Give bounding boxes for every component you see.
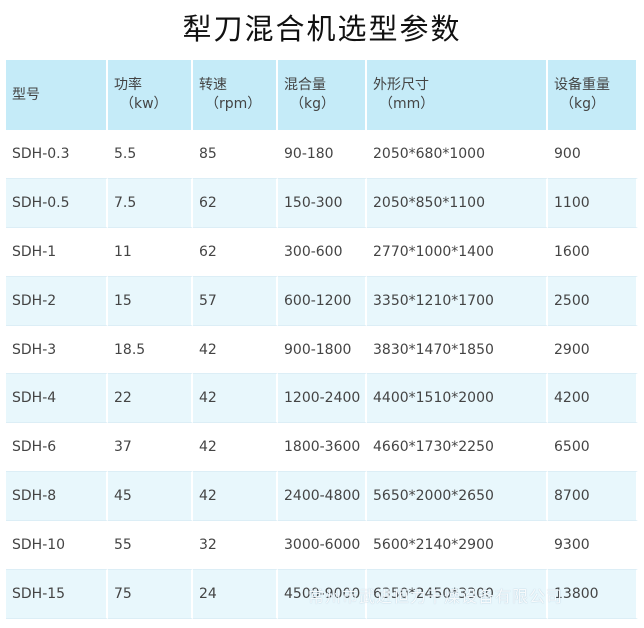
- table-row: SDH-0.3 5.5 85 90-180 2050*680*1000 900: [6, 130, 638, 179]
- cell-weight: 2900: [548, 325, 638, 375]
- cell-speed: 85: [193, 130, 278, 179]
- header-model: 型号: [6, 60, 108, 130]
- table-row: SDH-2 15 57 600-1200 3350*1210*1700 2500: [6, 276, 638, 326]
- table-row: SDH-8 45 42 2400-4800 5650*2000*2650 8700: [6, 472, 638, 522]
- cell-dimensions: 2770*1000*1400: [367, 227, 548, 277]
- cell-model: SDH-3: [6, 325, 108, 375]
- cell-capacity: 3000-6000: [278, 521, 367, 571]
- cell-weight: 6500: [548, 423, 638, 473]
- cell-speed: 62: [193, 178, 278, 228]
- cell-weight: 1600: [548, 227, 638, 277]
- cell-power: 37: [108, 423, 193, 473]
- cell-model: SDH-6: [6, 423, 108, 473]
- cell-speed: 32: [193, 521, 278, 571]
- cell-dimensions: 5600*2140*2900: [367, 521, 548, 571]
- cell-speed: 57: [193, 276, 278, 326]
- cell-dimensions: 2050*850*1100: [367, 178, 548, 228]
- cell-model: SDH-10: [6, 521, 108, 571]
- cell-capacity: 900-1800: [278, 325, 367, 375]
- cell-power: 11: [108, 227, 193, 277]
- cell-capacity: 150-300: [278, 178, 367, 228]
- cell-model: SDH-4: [6, 374, 108, 424]
- header-weight: 设备重量 （kg）: [548, 60, 638, 130]
- cell-power: 55: [108, 521, 193, 571]
- header-power: 功率 （kw）: [108, 60, 193, 130]
- page-title: 犁刀混合机选型参数: [182, 12, 462, 46]
- cell-speed: 62: [193, 227, 278, 277]
- cell-speed: 42: [193, 325, 278, 375]
- cell-model: SDH-15: [6, 570, 108, 619]
- cell-power: 7.5: [108, 178, 193, 228]
- cell-capacity: 90-180: [278, 130, 367, 179]
- cell-dimensions: 2050*680*1000: [367, 130, 548, 179]
- cell-power: 15: [108, 276, 193, 326]
- table-header-row: 型号 功率 （kw） 转速 （rpm） 混合量 （kg） 外形尺寸 （mm） 设备重量（…: [6, 60, 638, 130]
- cell-power: 75: [108, 570, 193, 619]
- cell-dimensions: 5650*2000*2650: [367, 472, 548, 522]
- cell-capacity: 600-1200: [278, 276, 367, 326]
- cell-model: SDH-2: [6, 276, 108, 326]
- table-row: SDH-1 11 62 300-600 2770*1000*1400 1600: [6, 227, 638, 277]
- cell-capacity: 2400-4800: [278, 472, 367, 522]
- cell-power: 18.5: [108, 325, 193, 375]
- header-speed: 转速 （rpm）: [193, 60, 278, 130]
- header-capacity: 混合量 （kg）: [278, 60, 367, 130]
- cell-speed: 42: [193, 472, 278, 522]
- cell-capacity: 300-600: [278, 227, 367, 277]
- cell-power: 22: [108, 374, 193, 424]
- cell-dimensions: 3830*1470*1850: [367, 325, 548, 375]
- cell-weight: 1100: [548, 178, 638, 228]
- header-dimensions: 外形尺寸 （mm）: [367, 60, 548, 130]
- cell-model: SDH-0.3: [6, 130, 108, 179]
- cell-dimensions: 4660*1730*2250: [367, 423, 548, 473]
- cell-power: 5.5: [108, 130, 193, 179]
- cell-capacity: 1800-3600: [278, 423, 367, 473]
- table-row: SDH-3 18.5 42 900-1800 3830*1470*1850 2900: [6, 325, 638, 375]
- cell-model: SDH-8: [6, 472, 108, 522]
- cell-weight: 2500: [548, 276, 638, 326]
- cell-speed: 24: [193, 570, 278, 619]
- cell-weight: 8700: [548, 472, 638, 522]
- table-row: SDH-0.5 7.5 62 150-300 2050*850*1100 1100: [6, 178, 638, 228]
- cell-dimensions: 4400*1510*2000: [367, 374, 548, 424]
- cell-capacity: 1200-2400: [278, 374, 367, 424]
- parameter-table: 型号 功率 （kw） 转速 （rpm） 混合量 （kg） 外形尺寸 （mm） 设备重量（…: [6, 60, 638, 619]
- cell-weight: 9300: [548, 521, 638, 571]
- cell-weight: 4200: [548, 374, 638, 424]
- cell-model: SDH-0.5: [6, 178, 108, 228]
- table-row: SDH-4 22 42 1200-2400 4400*1510*2000 4200: [6, 374, 638, 424]
- cell-speed: 42: [193, 374, 278, 424]
- table-row: SDH-6 37 42 1800-3600 4660*1730*2250 6500: [6, 423, 638, 473]
- watermark: 常州市武进恒力干燥设备有限公司: [308, 587, 564, 606]
- cell-model: SDH-1: [6, 227, 108, 277]
- cell-speed: 42: [193, 423, 278, 473]
- table-row: SDH-10 55 32 3000-6000 5600*2140*2900 9300: [6, 521, 638, 571]
- cell-power: 45: [108, 472, 193, 522]
- cell-weight: 900: [548, 130, 638, 179]
- cell-dimensions: 3350*1210*1700: [367, 276, 548, 326]
